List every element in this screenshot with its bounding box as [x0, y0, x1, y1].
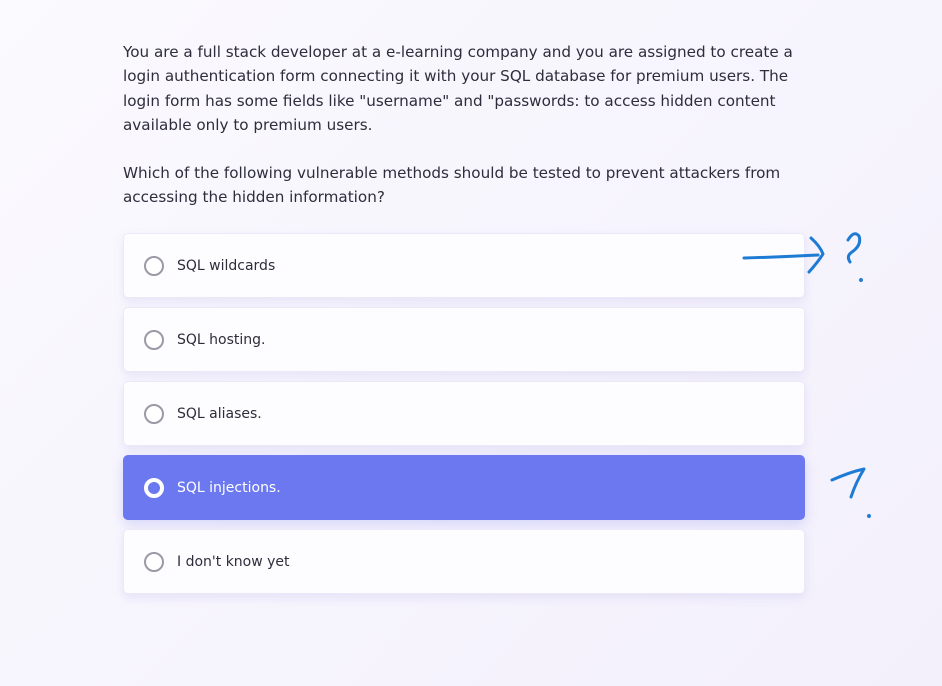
radio-button[interactable]	[144, 551, 164, 572]
option-label: I don't know yet	[177, 553, 290, 570]
option-sql-injections[interactable]: SQL injections.	[123, 455, 805, 520]
radio-button-selected[interactable]	[144, 477, 164, 498]
question-paragraph-context: You are a full stack developer at a e-le…	[123, 43, 793, 134]
option-label: SQL hosting.	[177, 331, 266, 348]
radio-button[interactable]	[144, 329, 164, 350]
question-text: You are a full stack developer at a e-le…	[123, 40, 795, 210]
option-dont-know[interactable]: I don't know yet	[123, 529, 805, 594]
option-sql-aliases[interactable]: SQL aliases.	[123, 381, 805, 446]
option-label: SQL wildcards	[177, 257, 276, 274]
question-paragraph-prompt: Which of the following vulnerable method…	[123, 164, 781, 207]
option-label: SQL injections.	[177, 479, 281, 496]
radio-button[interactable]	[144, 255, 164, 276]
radio-button[interactable]	[144, 403, 164, 424]
option-sql-wildcards[interactable]: SQL wildcards	[123, 233, 805, 298]
option-label: SQL aliases.	[177, 405, 262, 422]
option-sql-hosting[interactable]: SQL hosting.	[123, 307, 805, 372]
number-one-annotation	[830, 467, 871, 518]
answer-options: SQL wildcards SQL hosting. SQL aliases. …	[123, 233, 805, 603]
